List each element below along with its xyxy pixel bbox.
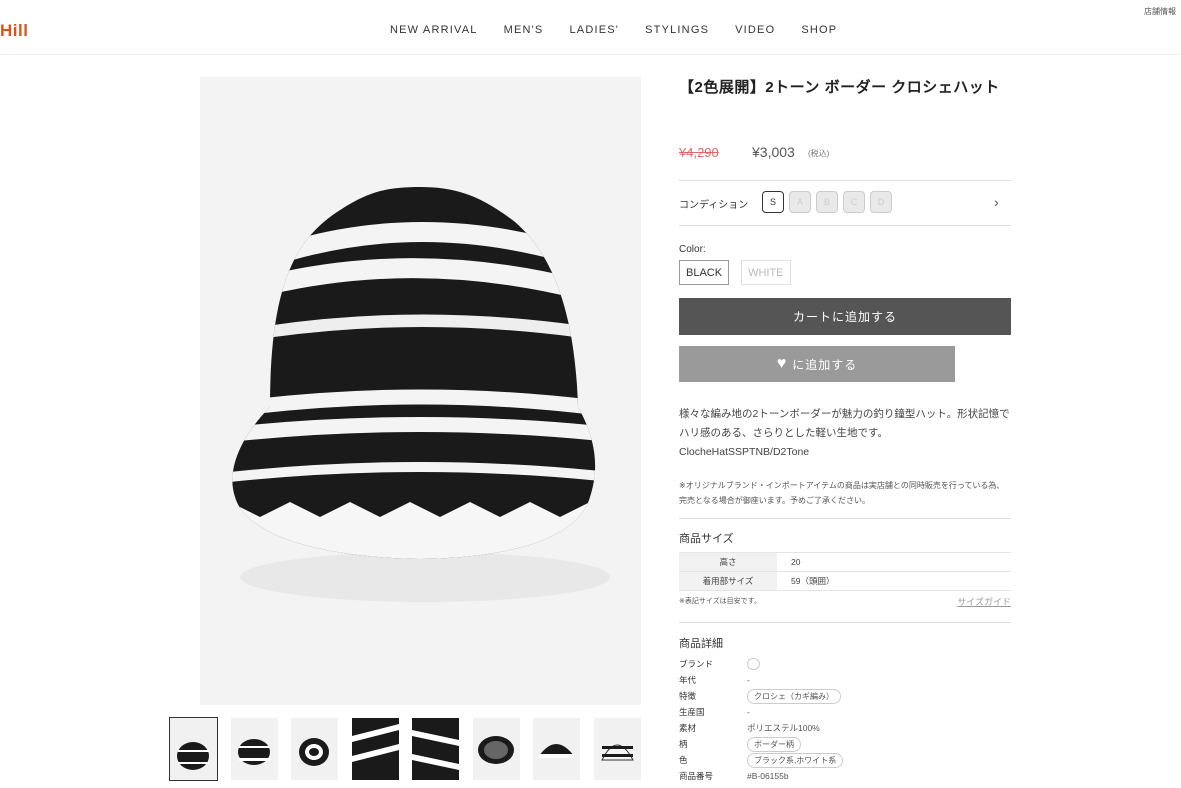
product-title: 【2色展開】2トーン ボーダー クロシェハット bbox=[679, 79, 1000, 96]
thumbnail-6[interactable] bbox=[472, 718, 520, 780]
detail-row-pattern: 柄 ボーダー柄 bbox=[679, 736, 1011, 752]
color-selector: BLACK WHITE bbox=[679, 260, 803, 285]
thumbnail-1[interactable] bbox=[169, 717, 218, 781]
detail-row-color: 色 ブラック系,ホワイト系 bbox=[679, 752, 1011, 768]
table-row: 着用部サイズ 59（頭囲） bbox=[679, 571, 1011, 591]
color-option-white[interactable]: WHITE bbox=[741, 260, 791, 285]
detail-row-era: 年代 - bbox=[679, 675, 750, 685]
condition-selector: S A B C D bbox=[762, 191, 897, 213]
color-tag[interactable]: ブラック系,ホワイト系 bbox=[747, 752, 844, 768]
nav-new-arrival[interactable]: NEW ARRIVAL bbox=[390, 24, 478, 36]
add-to-favorites-button[interactable]: ♥ に追加する bbox=[679, 346, 955, 382]
details-list: ブランド 年代 - 特徴 クロシェ（カギ編み） 生産国 - 素材 ポリエステル1… bbox=[679, 656, 1011, 784]
main-product-image[interactable] bbox=[200, 77, 641, 705]
divider bbox=[679, 622, 1011, 623]
pattern-tag[interactable]: ボーダー柄 bbox=[747, 736, 801, 752]
nav-ladies[interactable]: LADIES' bbox=[569, 24, 619, 36]
site-header: Hill NEW ARRIVAL MEN'S LADIES' STYLINGS … bbox=[0, 0, 1181, 55]
thumbnail-3[interactable] bbox=[291, 718, 338, 780]
detail-row-sku: 商品番号 #B-06155b bbox=[679, 771, 789, 781]
size-table: 高さ 20 着用部サイズ 59（頭囲） bbox=[679, 552, 1011, 591]
hat-illustration bbox=[232, 187, 610, 602]
detail-row-feature: 特徴 クロシェ（カギ編み） bbox=[679, 688, 1011, 704]
main-nav: NEW ARRIVAL MEN'S LADIES' STYLINGS VIDEO… bbox=[390, 24, 863, 36]
add-to-cart-button[interactable]: カートに追加する bbox=[679, 298, 1011, 335]
condition-option-b[interactable]: B bbox=[816, 191, 838, 213]
color-label: Color: bbox=[679, 244, 706, 255]
thumbnail-2[interactable] bbox=[230, 718, 278, 780]
divider bbox=[679, 180, 1011, 181]
thumbnail-7[interactable] bbox=[533, 718, 580, 780]
color-option-black[interactable]: BLACK bbox=[679, 260, 730, 285]
size-note: ※表記サイズは目安です。 bbox=[679, 598, 761, 605]
original-price: ¥4,290 bbox=[679, 145, 719, 160]
sale-price: ¥3,003 bbox=[752, 144, 795, 160]
thumbnail-strip bbox=[169, 717, 654, 781]
tax-label: (税込) bbox=[808, 149, 830, 158]
condition-option-d[interactable]: D bbox=[870, 191, 892, 213]
stock-note: ※オリジナルブランド・インポートアイテムの商品は実店舗との同時販売を行っている為… bbox=[679, 481, 1005, 505]
product-description: 様々な編み地の2トーンボーダーが魅力の釣り鐘型ハット。形状記憶で ハリ感のある、… bbox=[679, 408, 1010, 458]
favorites-button-label: に追加する bbox=[792, 357, 858, 372]
thumbnail-4[interactable] bbox=[351, 718, 399, 780]
nav-stylings[interactable]: STYLINGS bbox=[645, 24, 709, 36]
divider bbox=[679, 225, 1011, 226]
size-section-title: 商品サイズ bbox=[679, 533, 734, 545]
thumbnail-8[interactable] bbox=[593, 718, 641, 780]
divider bbox=[679, 518, 1011, 519]
condition-option-a[interactable]: A bbox=[789, 191, 811, 213]
site-logo[interactable]: Hill bbox=[0, 21, 28, 41]
condition-option-c[interactable]: C bbox=[843, 191, 865, 213]
store-info-link[interactable]: 店舗情報 bbox=[1144, 6, 1176, 17]
condition-option-s[interactable]: S bbox=[762, 191, 784, 213]
condition-label: コンディション bbox=[679, 200, 749, 211]
table-row: 高さ 20 bbox=[679, 552, 1011, 572]
feature-tag[interactable]: クロシェ（カギ編み） bbox=[747, 688, 841, 704]
detail-row-brand: ブランド bbox=[679, 656, 1011, 672]
nav-video[interactable]: VIDEO bbox=[735, 24, 775, 36]
detail-row-origin: 生産国 - bbox=[679, 707, 750, 717]
details-section-title: 商品詳細 bbox=[679, 638, 723, 650]
size-guide-link[interactable]: サイズガイド bbox=[957, 595, 1011, 608]
chevron-right-icon[interactable]: › bbox=[994, 194, 999, 210]
thumbnail-5[interactable] bbox=[412, 718, 459, 780]
nav-mens[interactable]: MEN'S bbox=[504, 24, 544, 36]
brand-tag[interactable] bbox=[747, 658, 760, 670]
detail-row-material: 素材 ポリエステル100% bbox=[679, 723, 820, 733]
nav-shop[interactable]: SHOP bbox=[801, 24, 837, 36]
heart-icon: ♥ bbox=[776, 355, 788, 372]
